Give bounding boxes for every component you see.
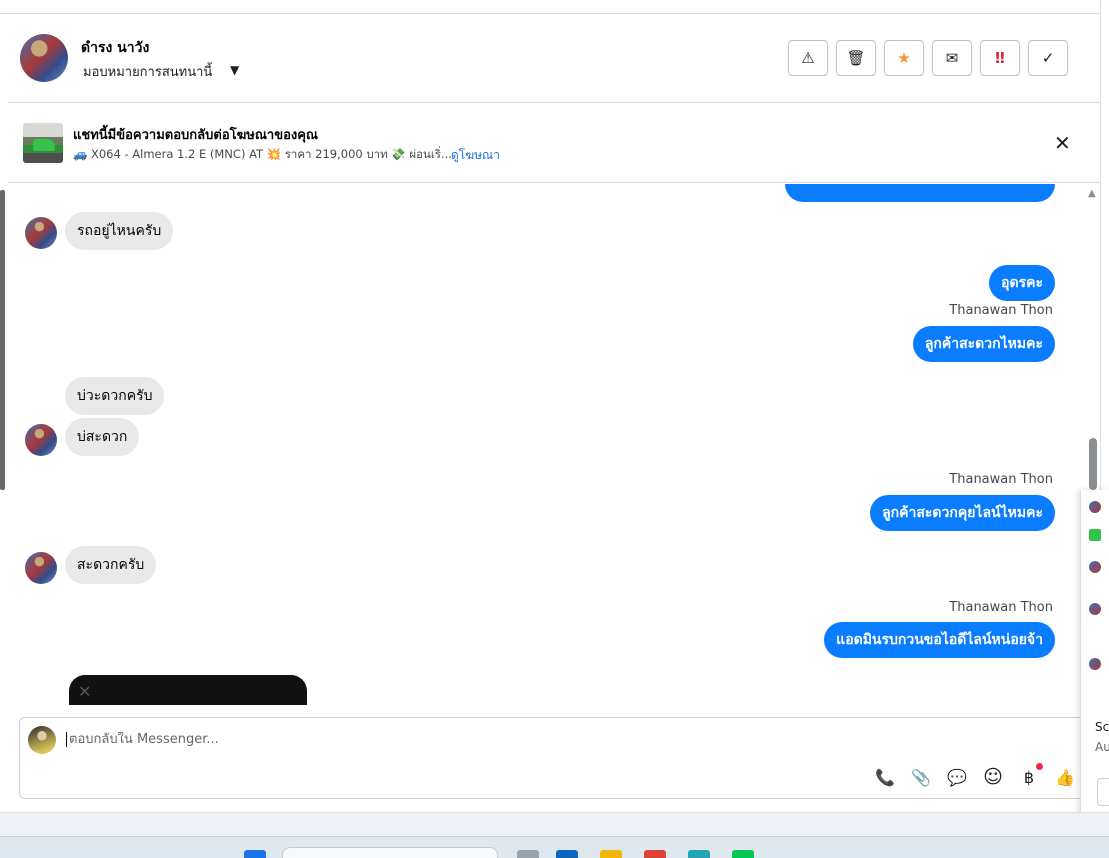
line-icon[interactable] (732, 850, 754, 858)
start-icon[interactable] (244, 850, 266, 858)
message-bubble-incoming: บ่วะดวกครับ (65, 377, 165, 415)
chat-avatar[interactable] (1089, 658, 1101, 670)
message-bubble-outgoing: แอดมินรบกวนขอไอดีไลน์หน่อยจ้า (824, 622, 1055, 658)
message-scrollbar[interactable] (1089, 438, 1097, 490)
left-scrollbar[interactable] (0, 190, 5, 490)
star-button[interactable]: ★ (884, 40, 924, 76)
top-strip (0, 0, 1100, 14)
contact-avatar-small (25, 552, 57, 584)
attachment-icon[interactable]: 📎 (909, 765, 933, 789)
message-bubble-outgoing: อุดรคะ (989, 265, 1055, 301)
caret-down-icon[interactable]: ▼ (230, 63, 239, 77)
message-bubble-cutoff (785, 184, 1055, 202)
close-icon[interactable]: ✕ (1054, 131, 1071, 155)
reply-composer: 📞 📎 💬 ☺ ฿ 👍 (19, 717, 1085, 799)
star-icon: ★ (897, 49, 911, 67)
side-chat-panel[interactable]: Sc Au (1080, 490, 1109, 824)
divider (1100, 0, 1101, 490)
message-bubble-outgoing: ลูกค้าสะดวกคุยไลน์ไหมคะ (870, 495, 1055, 531)
delete-button[interactable]: 🗑 (836, 40, 876, 76)
message-bubble-incoming: รถอยู่ไหนครับ (65, 212, 174, 250)
ad-banner-title: แชทนี้มีข้อความตอบกลับต่อโฆษณาของคุณ (73, 128, 318, 143)
ad-reply-banner: แชทนี้มีข้อความตอบกลับต่อโฆษณาของคุณ 🚙 X… (8, 103, 1100, 183)
follow-up-button[interactable]: ‼ (980, 40, 1020, 76)
ad-thumbnail[interactable] (1089, 529, 1101, 541)
ad-thumbnail[interactable] (23, 123, 63, 163)
exclamation-icon: ‼ (995, 49, 1005, 67)
like-icon[interactable]: 👍 (1053, 765, 1077, 789)
sender-name: Thanawan Thon (949, 472, 1053, 487)
sender-name: Thanawan Thon (949, 600, 1053, 615)
notification-dot (1036, 763, 1043, 770)
task-view-icon[interactable] (517, 850, 539, 858)
contact-avatar-small (25, 217, 57, 249)
window-bottom-strip (0, 812, 1109, 836)
message-bubble-incoming: บ่สะดวก (65, 418, 140, 456)
emoji-icon[interactable]: ☺ (981, 765, 1005, 789)
browser-icon[interactable] (688, 850, 710, 858)
sender-name: Thanawan Thon (949, 303, 1053, 318)
edge-icon[interactable] (556, 850, 578, 858)
mark-done-button[interactable]: ✓ (1028, 40, 1068, 76)
reply-input[interactable] (66, 732, 826, 747)
page-avatar (28, 726, 56, 754)
ad-banner-description: 🚙 X064 - Almera 1.2 E (MNC) AT 💥 ราคา 21… (73, 147, 452, 161)
scroll-up-arrow-icon[interactable]: ▲ (1088, 188, 1096, 199)
chat-avatar[interactable] (1089, 501, 1101, 513)
side-panel-button[interactable] (1097, 778, 1109, 806)
mark-unread-button[interactable]: ✉ (932, 40, 972, 76)
contact-avatar[interactable] (20, 34, 68, 82)
chat-avatar[interactable] (1089, 603, 1101, 615)
call-icon[interactable]: 📞 (873, 765, 897, 789)
chat-header: ดำรง นาวัง มอบหมายการสนทนานี้ ▼ ⚠ 🗑 ★ ✉ … (8, 15, 1100, 103)
chrome-icon[interactable] (644, 850, 666, 858)
taskbar (0, 836, 1109, 858)
trash-icon: 🗑 (846, 49, 866, 67)
inbox-window: ดำรง นาวัง มอบหมายการสนทนานี้ ▼ ⚠ 🗑 ★ ✉ … (0, 0, 1109, 858)
message-bubble-outgoing: ลูกค้าสะดวกไหมคะ (912, 326, 1055, 362)
assign-conversation-label[interactable]: มอบหมายการสนทนานี้ (83, 61, 212, 82)
envelope-icon: ✉ (945, 49, 959, 67)
close-icon[interactable]: ✕ (78, 682, 91, 701)
warning-icon: ⚠ (801, 49, 815, 67)
side-panel-text: Sc (1095, 720, 1109, 734)
message-bubble-incoming: สะดวกครับ (65, 546, 157, 584)
contact-name[interactable]: ดำรง นาวัง (81, 37, 149, 59)
check-icon: ✓ (1041, 49, 1055, 67)
chat-avatar[interactable] (1089, 561, 1101, 573)
contact-avatar-small (25, 424, 57, 456)
message-list[interactable]: รถอยู่ไหนครับ อุดรคะ Thanawan Thon ลูกค้… (8, 184, 1085, 705)
folder-icon[interactable] (600, 850, 622, 858)
image-message[interactable] (69, 675, 307, 705)
saved-replies-icon[interactable]: 💬 (945, 765, 969, 789)
view-ad-link[interactable]: ดูโฆษณา (451, 146, 500, 165)
side-panel-text: Au (1095, 740, 1109, 754)
report-spam-button[interactable]: ⚠ (788, 40, 828, 76)
taskbar-search[interactable] (282, 847, 498, 858)
